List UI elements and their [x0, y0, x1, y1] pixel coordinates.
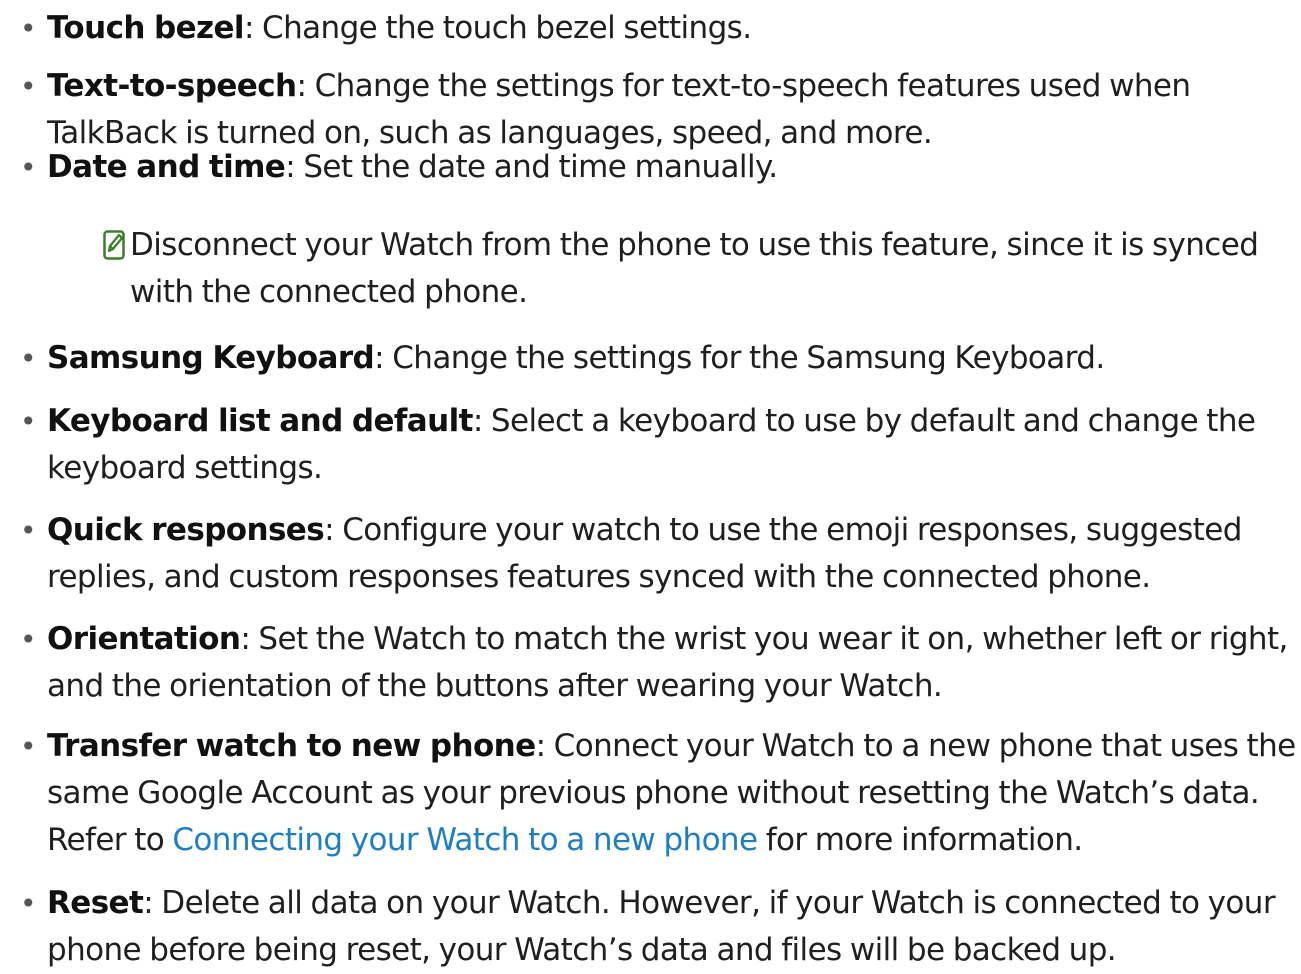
- item-text: Date and time: Set the date and time man…: [47, 144, 1297, 191]
- note-text: Disconnect your Watch from the phone to …: [130, 222, 1259, 316]
- document-page: • Touch bezel: Change the touch bezel se…: [0, 0, 1301, 968]
- item-description: : Change the touch bezel settings.: [243, 10, 752, 46]
- item-term: Transfer watch to new phone: [47, 728, 536, 764]
- item-description-continued: replies, and custom responses features s…: [47, 559, 1151, 595]
- bullet-dot: •: [20, 514, 37, 547]
- item-term: Keyboard list and default: [47, 403, 473, 439]
- reference-prefix: Refer to: [47, 822, 173, 858]
- item-text: Transfer watch to new phone: Connect you…: [47, 723, 1297, 864]
- note-line: Disconnect your Watch from the phone to …: [130, 227, 1259, 263]
- item-text: Text-to-speech: Change the settings for …: [47, 63, 1297, 157]
- item-description: : Change the settings for text-to-speech…: [296, 68, 1191, 104]
- bullet-dot: •: [20, 887, 37, 920]
- item-description: : Set the date and time manually.: [285, 149, 778, 185]
- note-pencil-icon: [103, 230, 125, 260]
- item-term: Touch bezel: [47, 10, 245, 46]
- bullet-dot: •: [20, 70, 37, 103]
- item-text: Touch bezel: Change the touch bezel sett…: [47, 5, 1297, 52]
- item-description: : Change the settings for the Samsung Ke…: [374, 340, 1105, 376]
- item-text: Samsung Keyboard: Change the settings fo…: [47, 335, 1297, 382]
- item-description: : Set the Watch to match the wrist you w…: [240, 621, 1288, 657]
- item-description: : Configure your watch to use the emoji …: [324, 512, 1242, 548]
- bullet-dot: •: [20, 730, 37, 763]
- item-term: Orientation: [47, 621, 241, 657]
- bullet-dot: •: [20, 342, 37, 375]
- item-text: Orientation: Set the Watch to match the …: [47, 616, 1297, 710]
- bullet-dot: •: [20, 12, 37, 45]
- item-text: Keyboard list and default: Select a keyb…: [47, 398, 1297, 492]
- item-description: : Select a keyboard to use by default an…: [472, 403, 1256, 439]
- item-description-continued: and the orientation of the buttons after…: [47, 668, 943, 704]
- connecting-watch-link[interactable]: Connecting your Watch to a new phone: [172, 822, 758, 858]
- item-description-continued: phone before being reset, your Watch’s d…: [47, 932, 1117, 968]
- item-description: : Connect your Watch to a new phone that…: [535, 728, 1297, 764]
- item-text: Reset: Delete all data on your Watch. Ho…: [47, 880, 1297, 974]
- item-description-continued: same Google Account as your previous pho…: [47, 775, 1260, 811]
- item-term: Samsung Keyboard: [47, 340, 375, 376]
- item-term: Date and time: [47, 149, 286, 185]
- item-description-continued: keyboard settings.: [47, 450, 323, 486]
- item-text: Quick responses: Configure your watch to…: [47, 507, 1297, 601]
- note-line: with the connected phone.: [130, 274, 528, 310]
- item-term: Text-to-speech: [47, 68, 297, 104]
- item-term: Reset: [47, 885, 144, 921]
- item-description: : Delete all data on your Watch. However…: [143, 885, 1275, 921]
- reference-suffix: for more information.: [757, 822, 1083, 858]
- bullet-dot: •: [20, 405, 37, 438]
- bullet-dot: •: [20, 623, 37, 656]
- item-term: Quick responses: [47, 512, 325, 548]
- bullet-dot: •: [20, 151, 37, 184]
